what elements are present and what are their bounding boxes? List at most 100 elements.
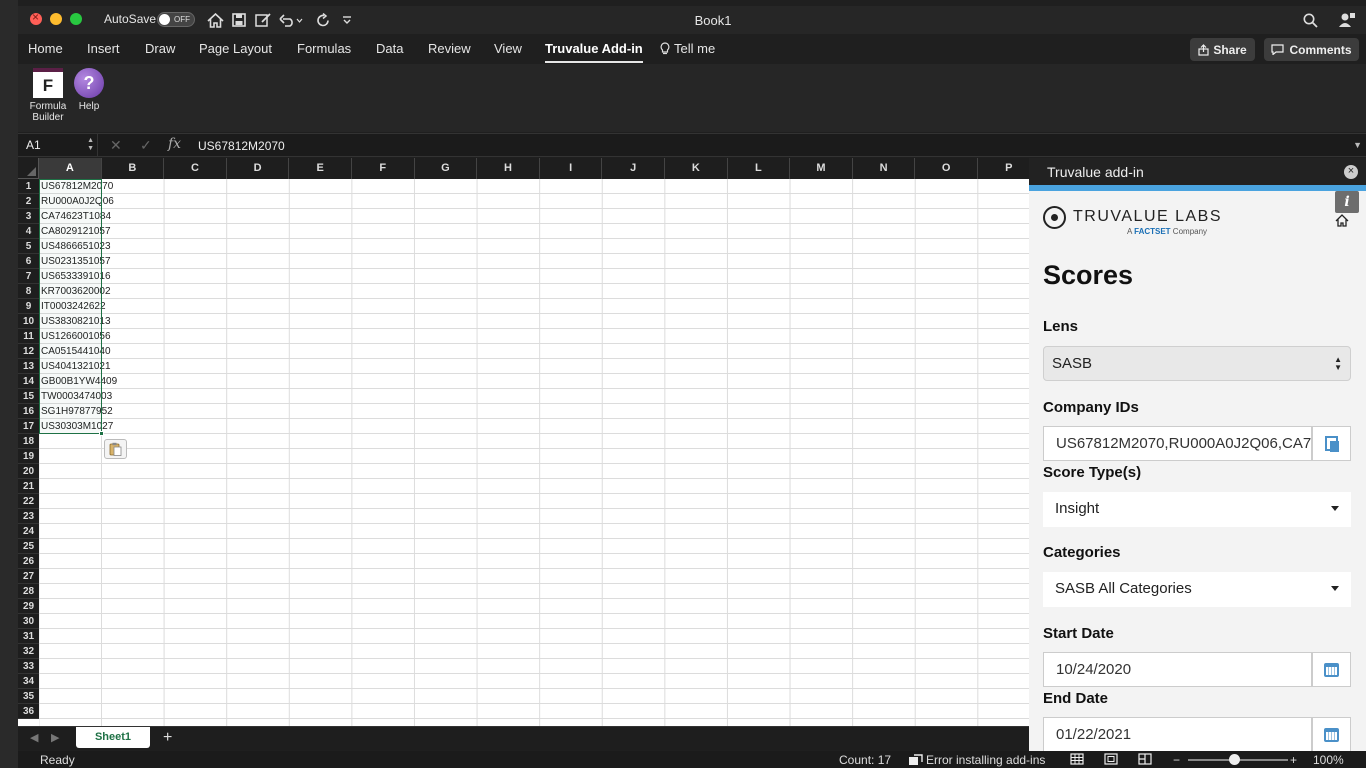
minimize-window-button[interactable] — [50, 13, 62, 25]
column-header-a[interactable]: A — [39, 158, 102, 179]
fill-handle[interactable] — [99, 431, 104, 436]
row-header-16[interactable]: 16 — [18, 404, 39, 419]
column-header-l[interactable]: L — [727, 158, 791, 179]
start-date-picker-button[interactable] — [1312, 652, 1351, 687]
formula-builder-button[interactable]: F Formula Builder — [26, 68, 70, 123]
redo-icon[interactable] — [312, 9, 334, 31]
end-date-input[interactable]: 01/22/2021 — [1043, 717, 1312, 751]
row-header-24[interactable]: 24 — [18, 524, 39, 539]
row-header-20[interactable]: 20 — [18, 464, 39, 479]
row-header-9[interactable]: 9 — [18, 299, 39, 314]
paste-options-icon[interactable] — [104, 439, 127, 459]
home-icon[interactable] — [204, 9, 226, 31]
row-header-23[interactable]: 23 — [18, 509, 39, 524]
help-button[interactable]: ? Help — [72, 68, 106, 112]
tab-insert[interactable]: Insert — [87, 41, 120, 56]
row-header-2[interactable]: 2 — [18, 194, 39, 209]
row-header-36[interactable]: 36 — [18, 704, 39, 719]
column-header-c[interactable]: C — [164, 158, 227, 179]
row-header-19[interactable]: 19 — [18, 449, 39, 464]
tab-data[interactable]: Data — [376, 41, 403, 56]
close-pane-icon[interactable]: × — [1344, 165, 1358, 179]
column-header-e[interactable]: E — [289, 158, 352, 179]
tab-home[interactable]: Home — [28, 41, 63, 56]
row-header-35[interactable]: 35 — [18, 689, 39, 704]
column-header-k[interactable]: K — [665, 158, 728, 179]
row-header-28[interactable]: 28 — [18, 584, 39, 599]
row-header-1[interactable]: 1 — [18, 179, 39, 194]
column-header-i[interactable]: I — [539, 158, 603, 179]
add-in-error-status[interactable]: Error installing add-ins — [908, 753, 1045, 767]
name-box[interactable]: A1 ▲ ▼ — [18, 134, 98, 157]
row-header-25[interactable]: 25 — [18, 539, 39, 554]
account-icon[interactable] — [1336, 10, 1358, 30]
previous-sheet-icon[interactable]: ◀ — [30, 731, 38, 744]
customize-toolbar-icon[interactable] — [336, 9, 358, 31]
column-header-o[interactable]: O — [915, 158, 978, 179]
row-header-15[interactable]: 15 — [18, 389, 39, 404]
row-header-6[interactable]: 6 — [18, 254, 39, 269]
zoom-level[interactable]: 100% — [1313, 753, 1344, 767]
company-ids-input[interactable]: US67812M2070,RU000A0J2Q06,CA74623T1084 — [1043, 426, 1312, 461]
close-window-button[interactable] — [30, 10, 42, 25]
column-header-p[interactable]: P — [978, 158, 1029, 179]
page-break-view-icon[interactable] — [1138, 753, 1152, 768]
selected-range[interactable] — [39, 179, 102, 434]
column-header-h[interactable]: H — [477, 158, 540, 179]
row-header-29[interactable]: 29 — [18, 599, 39, 614]
row-header-11[interactable]: 11 — [18, 329, 39, 344]
row-header-32[interactable]: 32 — [18, 644, 39, 659]
save-icon[interactable] — [228, 9, 250, 31]
spreadsheet-grid[interactable]: ABCDEFGHIJKLMNOP 1 2 3 4 5 6 7 8 9 10 11 12 13 14 15 16… — [18, 158, 1029, 726]
column-header-j[interactable]: J — [602, 158, 665, 179]
row-header-22[interactable]: 22 — [18, 494, 39, 509]
start-date-input[interactable]: 10/24/2020 — [1043, 652, 1312, 687]
zoom-slider-knob[interactable] — [1229, 754, 1240, 765]
row-header-8[interactable]: 8 — [18, 284, 39, 299]
select-all-corner[interactable] — [18, 158, 39, 179]
row-header-4[interactable]: 4 — [18, 224, 39, 239]
row-header-3[interactable]: 3 — [18, 209, 39, 224]
column-header-d[interactable]: D — [226, 158, 290, 179]
autosave-toggle[interactable]: OFF — [157, 12, 195, 27]
tab-truvalue-add-in[interactable]: Truvalue Add-in — [545, 41, 643, 63]
tab-draw[interactable]: Draw — [145, 41, 175, 56]
zoom-out-button[interactable]: − — [1173, 753, 1180, 767]
sheet-tab-sheet1[interactable]: Sheet1 — [76, 727, 150, 748]
comments-button[interactable]: Comments — [1264, 38, 1359, 61]
end-date-picker-button[interactable] — [1312, 717, 1351, 751]
next-sheet-icon[interactable]: ▶ — [51, 731, 59, 744]
row-header-10[interactable]: 10 — [18, 314, 39, 329]
row-header-12[interactable]: 12 — [18, 344, 39, 359]
score-types-select[interactable]: Insight — [1043, 492, 1351, 527]
share-button[interactable]: Share — [1190, 38, 1255, 61]
tab-formulas[interactable]: Formulas — [297, 41, 351, 56]
categories-select[interactable]: SASB All Categories — [1043, 572, 1351, 607]
tab-view[interactable]: View — [494, 41, 522, 56]
home-icon[interactable] — [1335, 214, 1351, 228]
column-header-m[interactable]: M — [790, 158, 853, 179]
edit-icon[interactable] — [252, 9, 274, 31]
row-header-13[interactable]: 13 — [18, 359, 39, 374]
undo-icon[interactable] — [278, 9, 304, 31]
row-header-14[interactable]: 14 — [18, 374, 39, 389]
name-box-stepper-icon[interactable]: ▲ ▼ — [87, 137, 94, 153]
lens-select[interactable]: SASB ▲ ▼ — [1043, 346, 1351, 381]
row-header-33[interactable]: 33 — [18, 659, 39, 674]
info-icon[interactable]: i — [1335, 191, 1359, 213]
row-header-5[interactable]: 5 — [18, 239, 39, 254]
row-header-34[interactable]: 34 — [18, 674, 39, 689]
row-header-21[interactable]: 21 — [18, 479, 39, 494]
row-header-27[interactable]: 27 — [18, 569, 39, 584]
column-header-n[interactable]: N — [852, 158, 916, 179]
tab-page-layout[interactable]: Page Layout — [199, 41, 272, 56]
column-header-g[interactable]: G — [414, 158, 478, 179]
add-sheet-button[interactable]: + — [163, 729, 172, 747]
formula-input[interactable]: US67812M2070 — [198, 139, 285, 153]
zoom-in-button[interactable]: + — [1290, 753, 1297, 767]
cancel-icon[interactable]: ✕ — [110, 137, 122, 154]
insert-function-icon[interactable]: fx — [168, 136, 181, 152]
page-layout-view-icon[interactable] — [1104, 753, 1118, 768]
paste-ids-button[interactable] — [1312, 426, 1351, 461]
column-header-b[interactable]: B — [101, 158, 165, 179]
